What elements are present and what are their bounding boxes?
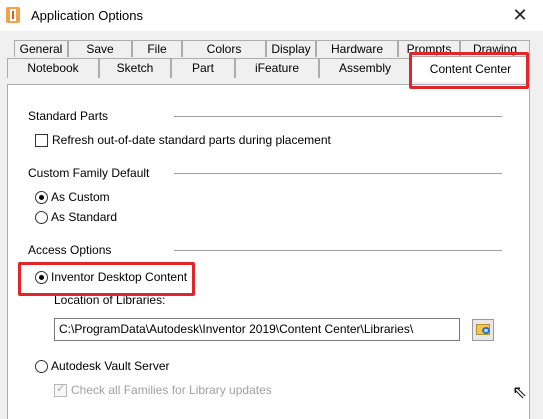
tab-general[interactable]: General [14,40,68,57]
tab-file[interactable]: File [132,40,182,57]
folder-browse-icon [476,324,490,335]
inventor-app-icon [6,7,20,23]
browse-libraries-button[interactable] [472,319,494,341]
check-families-label: Check all Families for Library updates [71,383,272,397]
inventor-desktop-label: Inventor Desktop Content [51,270,188,284]
vault-server-label: Autodesk Vault Server [51,359,170,373]
tab-display[interactable]: Display [266,40,316,57]
tab-prompts[interactable]: Prompts [398,40,460,57]
mouse-cursor-icon: ⇖ [512,382,528,403]
custom-family-divider [174,173,502,174]
tab-sketch[interactable]: Sketch [99,58,171,78]
as-standard-label: As Standard [51,210,118,224]
inventor-desktop-radio[interactable] [35,271,48,284]
window-title: Application Options [31,8,144,23]
as-custom-radio[interactable] [35,191,48,204]
tab-strip: General Save File Colors Display Hardwar… [0,37,543,84]
refresh-parts-label: Refresh out-of-date standard parts durin… [52,133,331,147]
tab-notebook[interactable]: Notebook [7,58,99,78]
vault-server-radio[interactable] [35,360,48,373]
standard-parts-divider [174,116,502,117]
tab-save[interactable]: Save [68,40,132,57]
tab-content-center[interactable]: Content Center [411,56,530,82]
libraries-location-label: Location of Libraries: [54,293,166,307]
tab-part[interactable]: Part [171,58,235,78]
tab-drawing[interactable]: Drawing [460,40,530,57]
tab-ifeature[interactable]: iFeature [235,58,319,78]
as-standard-radio[interactable] [35,211,48,224]
tab-assembly[interactable]: Assembly [319,58,411,78]
refresh-parts-checkbox[interactable] [35,134,48,147]
libraries-path-field[interactable]: C:\ProgramData\Autodesk\Inventor 2019\Co… [54,318,460,341]
standard-parts-title: Standard Parts [28,109,109,123]
access-options-title: Access Options [28,243,112,257]
tab-hardware[interactable]: Hardware [316,40,398,57]
as-custom-label: As Custom [51,190,110,204]
title-bar: Application Options ✕ [0,0,543,31]
content-center-panel: Standard Parts Refresh out-of-date stand… [7,84,530,419]
custom-family-title: Custom Family Default [28,166,150,180]
check-families-checkbox[interactable] [54,382,67,397]
tab-colors[interactable]: Colors [182,40,266,57]
access-options-divider [174,250,502,251]
close-button[interactable]: ✕ [497,0,543,31]
